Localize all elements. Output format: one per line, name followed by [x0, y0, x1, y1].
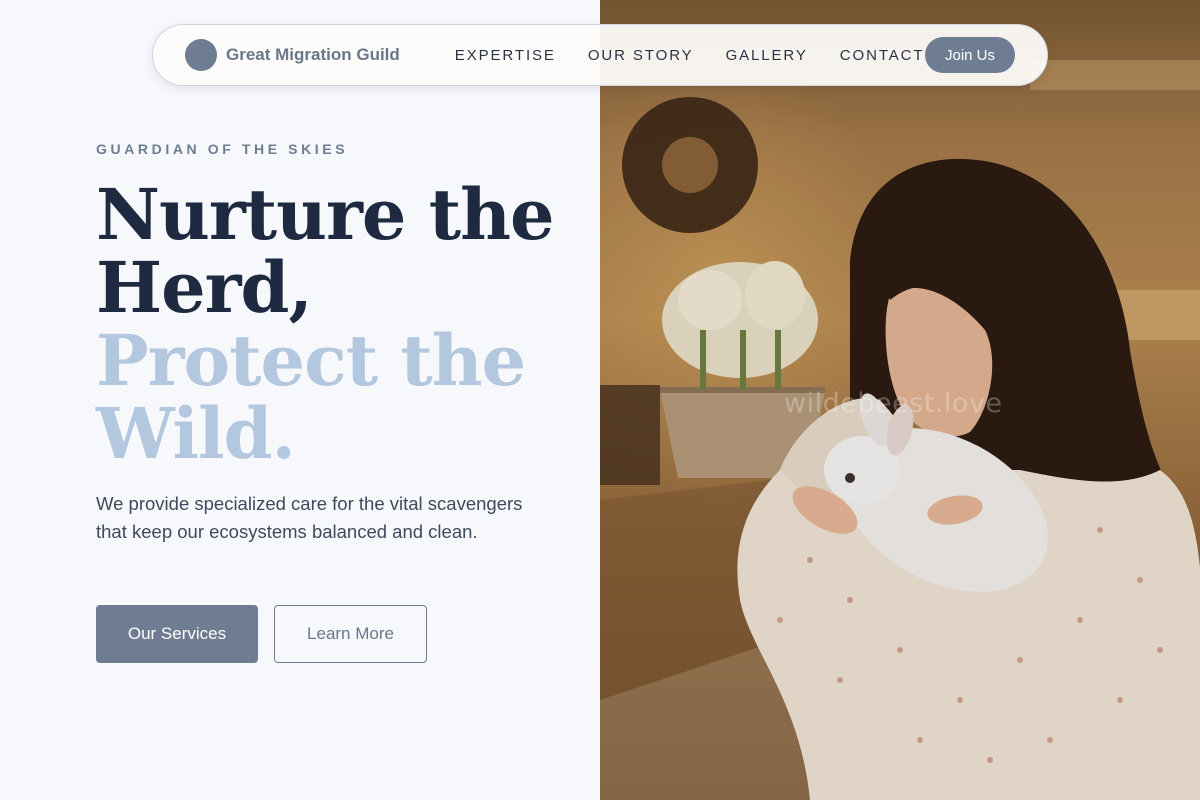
top-navigation: Great Migration Guild EXPERTISE OUR STOR…	[152, 24, 1048, 86]
nav-links: EXPERTISE OUR STORY GALLERY CONTACT	[455, 47, 925, 64]
brand[interactable]: Great Migration Guild	[185, 39, 400, 71]
watermark-text: wildebeest.love	[784, 388, 1003, 419]
headline-line-4: Wild.	[96, 392, 296, 475]
hero-description: We provide specialized care for the vita…	[96, 493, 523, 542]
nav-link-contact[interactable]: CONTACT	[840, 47, 925, 64]
learn-more-button[interactable]: Learn More	[274, 605, 427, 663]
nav-link-expertise[interactable]: EXPERTISE	[455, 47, 556, 64]
headline-line-3: Protect the	[96, 319, 526, 402]
circle-logo-icon	[185, 39, 217, 71]
join-us-button[interactable]: Join Us	[925, 37, 1015, 73]
headline-line-2: Herd,	[96, 246, 313, 329]
nav-link-gallery[interactable]: GALLERY	[726, 47, 808, 64]
hero-headline: Nurture the Herd, Protect the Wild.	[96, 178, 596, 470]
hero-photo: wildebeest.love	[600, 0, 1200, 800]
hero-eyebrow: GUARDIAN OF THE SKIES	[96, 141, 349, 157]
our-services-button[interactable]: Our Services	[96, 605, 258, 663]
brand-name: Great Migration Guild	[226, 45, 400, 64]
nav-link-our-story[interactable]: OUR STORY	[588, 47, 694, 64]
headline-line-1: Nurture the	[96, 173, 555, 256]
